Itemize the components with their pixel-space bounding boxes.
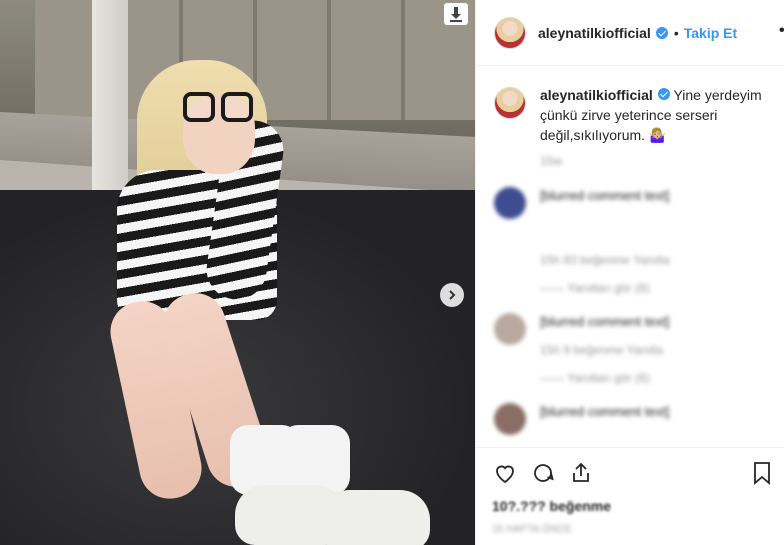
next-photo-button[interactable] xyxy=(440,283,464,307)
photo-person xyxy=(95,60,435,545)
more-options-button[interactable]: • xyxy=(779,22,784,40)
caption-avatar[interactable] xyxy=(494,87,526,119)
post-header: aleynatilkiofficial • Takip Et • xyxy=(476,0,784,66)
follow-button[interactable]: Takip Et xyxy=(684,25,737,41)
comment-item: [blurred comment text] 15h 83 beğenme Ya… xyxy=(494,187,767,297)
heart-icon xyxy=(496,465,514,484)
download-button[interactable] xyxy=(444,3,468,25)
comment-meta[interactable]: 15h 83 beğenme Yanıtla xyxy=(540,251,767,269)
comments-list[interactable]: aleynatilkiofficial Yine yerdeyim çünkü … xyxy=(476,67,784,447)
author-username[interactable]: aleynatilkiofficial xyxy=(538,25,651,41)
view-replies-link[interactable]: —— Yanıtları gör (6) xyxy=(540,369,767,387)
save-button[interactable] xyxy=(749,460,775,486)
share-button[interactable] xyxy=(568,460,594,486)
comment-avatar[interactable] xyxy=(494,187,526,219)
post-photo[interactable] xyxy=(0,0,475,545)
download-icon xyxy=(450,7,462,22)
post-time: 15 HAFTA ÖNCE xyxy=(492,524,572,535)
author-avatar[interactable] xyxy=(494,16,526,49)
view-replies-link[interactable]: —— Yanıtları gör (8) xyxy=(540,279,767,297)
comment-text: [blurred comment text] xyxy=(540,404,670,419)
likes-count[interactable]: 10?.??? beğenme xyxy=(492,498,769,514)
comment-item: [blurred comment text] 15h 9 beğenme Yan… xyxy=(494,313,767,387)
caption-username[interactable]: aleynatilkiofficial xyxy=(540,87,653,103)
comment-button[interactable] xyxy=(530,460,556,486)
verified-badge-icon xyxy=(657,88,670,100)
chevron-right-icon xyxy=(449,290,456,300)
share-icon xyxy=(573,462,589,482)
comment-icon xyxy=(534,464,554,482)
post-actions: 10?.??? beğenme 15 HAFTA ÖNCE xyxy=(476,447,784,545)
post-caption: aleynatilkiofficial Yine yerdeyim çünkü … xyxy=(494,85,767,171)
person-glasses xyxy=(183,92,253,126)
comment-item: [blurred comment text] xyxy=(494,403,767,435)
action-icons xyxy=(492,458,770,488)
bookmark-icon xyxy=(754,462,770,485)
comment-avatar[interactable] xyxy=(494,403,526,435)
comment-text: [blurred comment text] xyxy=(540,314,670,329)
comment-meta[interactable]: 15h 9 beğenme Yanıtla xyxy=(540,341,767,359)
verified-badge-icon xyxy=(655,26,668,39)
like-button[interactable] xyxy=(492,460,518,486)
comment-text: [blurred comment text] xyxy=(540,188,670,203)
post-sidebar: aleynatilkiofficial • Takip Et • aleynat… xyxy=(475,0,784,545)
comment-avatar[interactable] xyxy=(494,313,526,345)
caption-time: 15w xyxy=(540,154,563,168)
header-separator: • xyxy=(673,24,679,41)
person-shoe-right xyxy=(320,490,430,545)
caption-body: aleynatilkiofficial Yine yerdeyim çünkü … xyxy=(540,85,767,171)
